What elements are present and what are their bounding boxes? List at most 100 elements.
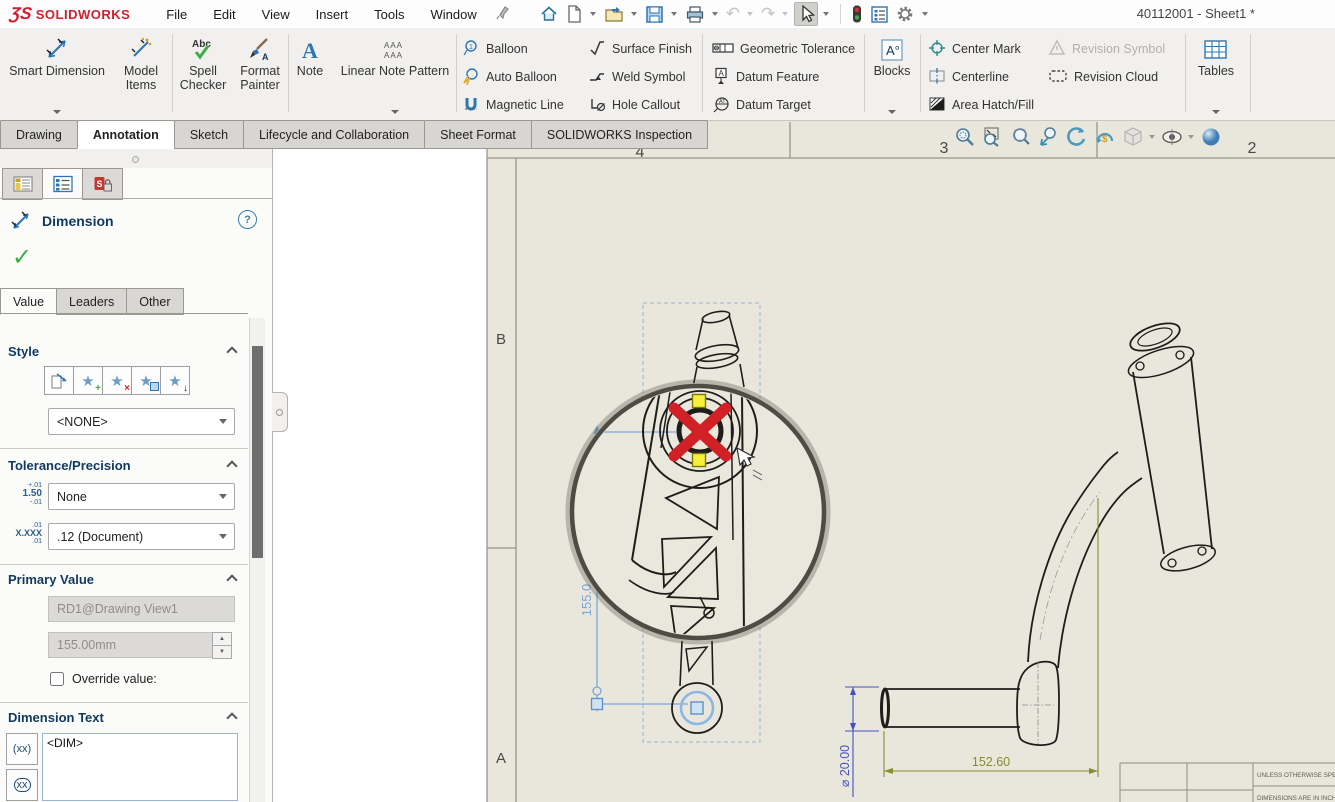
- panel-collapse-handle[interactable]: [272, 392, 288, 432]
- add-style-button[interactable]: ★+: [73, 366, 103, 395]
- precision-select[interactable]: .12 (Document): [48, 523, 235, 550]
- style-collapse-icon[interactable]: [228, 346, 236, 354]
- hide-show-items-icon[interactable]: [1159, 124, 1184, 149]
- spell-checker-button[interactable]: Abc Spell Checker: [176, 32, 230, 116]
- rotate-view-icon[interactable]: [1064, 124, 1089, 149]
- geometric-tolerance-button[interactable]: Geometric Tolerance: [712, 38, 855, 60]
- select-dropdown[interactable]: [823, 12, 829, 16]
- tab-sketch[interactable]: Sketch: [174, 120, 244, 149]
- command-list-button[interactable]: [868, 4, 891, 25]
- dimension-diameter-text[interactable]: ⌀ 20.00: [838, 745, 852, 787]
- dimension-name-field[interactable]: RD1@Drawing View1: [48, 596, 235, 622]
- magnetic-line-button[interactable]: Magnetic Line: [462, 94, 564, 116]
- dimension-value-field[interactable]: 155.00mm: [48, 632, 213, 658]
- tab-property-manager[interactable]: [42, 168, 83, 200]
- menu-insert[interactable]: Insert: [316, 7, 349, 22]
- open-button[interactable]: [602, 4, 626, 24]
- menu-tools[interactable]: Tools: [374, 7, 404, 22]
- style-section-header[interactable]: Style: [8, 344, 39, 359]
- options-dropdown[interactable]: [922, 12, 928, 16]
- tables-dropdown[interactable]: [1212, 110, 1220, 114]
- tab-feature-manager[interactable]: [2, 168, 43, 200]
- center-mark-button[interactable]: Center Mark: [928, 38, 1021, 60]
- tab-drawing[interactable]: Drawing: [0, 120, 78, 149]
- inspection-dimension-button[interactable]: xx: [6, 769, 38, 801]
- redo-dropdown[interactable]: [782, 12, 788, 16]
- model-items-button[interactable]: Model Items: [112, 32, 170, 116]
- dimension-text-section-header[interactable]: Dimension Text: [8, 710, 104, 725]
- format-painter-button[interactable]: A Format Painter: [232, 32, 288, 116]
- scrollbar-thumb[interactable]: [252, 346, 263, 558]
- view-settings-icon[interactable]: [1198, 124, 1223, 149]
- tolerance-type-select[interactable]: None: [48, 483, 235, 510]
- tab-sheet-format[interactable]: Sheet Format: [424, 120, 532, 149]
- dimension-text-input[interactable]: <DIM>: [42, 733, 238, 801]
- parentheses-button[interactable]: (xx): [6, 733, 38, 765]
- load-style-button[interactable]: ★↓: [160, 366, 190, 395]
- datum-feature-button[interactable]: A Datum Feature: [712, 66, 819, 88]
- display-style-dropdown[interactable]: [1149, 135, 1155, 139]
- menu-edit[interactable]: Edit: [213, 7, 235, 22]
- linear-note-pattern-button[interactable]: AAAAAA Linear Note Pattern: [330, 32, 460, 116]
- redo-button[interactable]: ↷: [759, 3, 777, 25]
- balloon-button[interactable]: 1 Balloon: [462, 38, 528, 60]
- menu-window[interactable]: Window: [430, 7, 476, 22]
- save-style-button[interactable]: ★: [131, 366, 161, 395]
- primary-value-collapse-icon[interactable]: [228, 574, 236, 582]
- new-document-dropdown[interactable]: [590, 12, 596, 16]
- spinner-up-icon[interactable]: ▲: [212, 632, 232, 646]
- smart-dimension-dropdown[interactable]: [53, 110, 61, 114]
- save-dropdown[interactable]: [671, 12, 677, 16]
- print-button[interactable]: [683, 4, 707, 25]
- area-hatch-fill-button[interactable]: Area Hatch/Fill: [928, 94, 1034, 116]
- subtab-other[interactable]: Other: [126, 288, 183, 315]
- zoom-fit-icon[interactable]: [952, 124, 977, 149]
- datum-target-button[interactable]: AT Datum Target: [712, 94, 811, 116]
- dimension-text-collapse-icon[interactable]: [228, 712, 236, 720]
- subtab-value[interactable]: Value: [0, 288, 57, 315]
- options-gear-button[interactable]: [893, 3, 917, 25]
- delete-style-button[interactable]: ★×: [102, 366, 132, 395]
- dimension-152-60-text[interactable]: 152.60: [972, 755, 1010, 769]
- undo-dropdown[interactable]: [747, 12, 753, 16]
- menu-view[interactable]: View: [262, 7, 290, 22]
- tab-configuration[interactable]: S: [82, 168, 123, 200]
- undo-button[interactable]: ↶: [724, 3, 742, 25]
- style-select[interactable]: <NONE>: [48, 408, 235, 435]
- interference-check-button[interactable]: [848, 3, 866, 25]
- smart-dimension-button[interactable]: Smart Dimension: [4, 32, 110, 116]
- tab-solidworks-inspection[interactable]: SOLIDWORKS Inspection: [531, 120, 708, 149]
- select-tool-button[interactable]: [794, 2, 818, 26]
- menu-file[interactable]: File: [166, 7, 187, 22]
- panel-scrollbar[interactable]: [249, 318, 265, 802]
- revision-cloud-button[interactable]: Revision Cloud: [1048, 66, 1158, 88]
- tab-annotation[interactable]: Annotation: [77, 120, 175, 149]
- home-button[interactable]: [537, 3, 561, 25]
- zoom-to-selection-icon[interactable]: [1036, 124, 1061, 149]
- tolerance-section-header[interactable]: Tolerance/Precision: [8, 458, 131, 473]
- primary-value-section-header[interactable]: Primary Value: [8, 572, 94, 587]
- note-button[interactable]: A Note: [292, 32, 328, 116]
- hole-callout-button[interactable]: Hole Callout: [588, 94, 680, 116]
- zoom-in-out-icon[interactable]: [1008, 124, 1033, 149]
- surface-finish-button[interactable]: Surface Finish: [588, 38, 692, 60]
- blocks-button[interactable]: A° Blocks: [868, 32, 916, 116]
- ok-check-icon[interactable]: ✓: [12, 246, 32, 270]
- auto-balloon-button[interactable]: Auto Balloon: [462, 66, 557, 88]
- no-favorite-style-button[interactable]: [44, 366, 74, 395]
- help-icon[interactable]: ?: [238, 210, 257, 229]
- save-button[interactable]: [643, 4, 666, 25]
- blocks-dropdown[interactable]: [888, 110, 896, 114]
- zoom-to-area-icon[interactable]: [980, 124, 1005, 149]
- override-value-checkbox[interactable]: [50, 672, 64, 686]
- 3d-drawing-view-icon[interactable]: $: [1092, 124, 1117, 149]
- hide-show-items-dropdown[interactable]: [1188, 135, 1194, 139]
- open-dropdown[interactable]: [631, 12, 637, 16]
- pin-menu-icon[interactable]: [495, 4, 511, 25]
- tables-button[interactable]: Tables: [1190, 32, 1242, 116]
- splitter-dot-icon[interactable]: [132, 156, 139, 163]
- tolerance-collapse-icon[interactable]: [228, 460, 236, 468]
- tab-lifecycle-collaboration[interactable]: Lifecycle and Collaboration: [243, 120, 425, 149]
- centerline-button[interactable]: Centerline: [928, 66, 1009, 88]
- print-dropdown[interactable]: [712, 12, 718, 16]
